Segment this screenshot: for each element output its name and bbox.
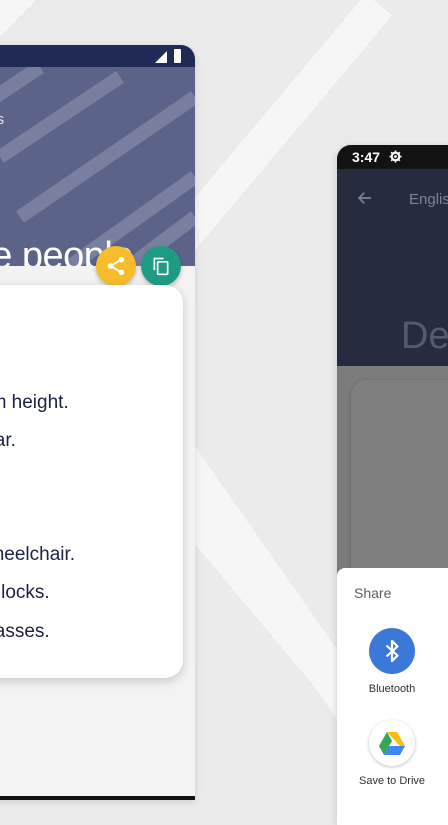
hero-category: ons [0,111,5,128]
navigation-bar [0,796,195,800]
share-target-label: Save to Drive [358,775,426,787]
card-line: wheelchair. [0,544,76,565]
copy-icon [153,257,169,276]
share-button[interactable] [96,246,136,286]
google-drive-icon [369,720,415,766]
status-bar: 3:47 [337,145,448,169]
bluetooth-icon [369,628,415,674]
status-time: 3:47 [352,149,381,165]
share-target-drive[interactable]: Save to Drive [337,720,447,787]
app-toolbar: Englis De [337,169,448,366]
status-bar [0,45,195,67]
card-line: adlocks. [0,582,50,603]
copy-button[interactable] [141,246,181,286]
share-sheet-title: Share [354,585,392,601]
hero-header: ons e people [0,67,195,266]
gear-icon [389,150,402,163]
back-arrow-icon[interactable] [356,189,374,207]
content-card: t. um height. ular. wheelchair. adlocks.… [0,285,183,678]
app-screen-left: ons e people t. um height. ular. wheelch… [0,45,195,800]
share-target-bluetooth[interactable]: Bluetooth [337,628,447,695]
signal-icon [155,51,167,63]
card-line: um height. [0,392,69,413]
card-line: glasses. [0,621,50,642]
share-sheet: Share Bluetooth Save to Drive [337,568,448,825]
share-target-label: Bluetooth [368,683,416,695]
hero-title: De [401,315,448,357]
card-line: ular. [0,430,16,451]
app-screen-right: 3:47 Englis De S S H H Share Bluetooth [337,145,448,825]
battery-icon [174,49,181,63]
toolbar-title: Englis [409,191,448,208]
share-icon [107,256,125,276]
